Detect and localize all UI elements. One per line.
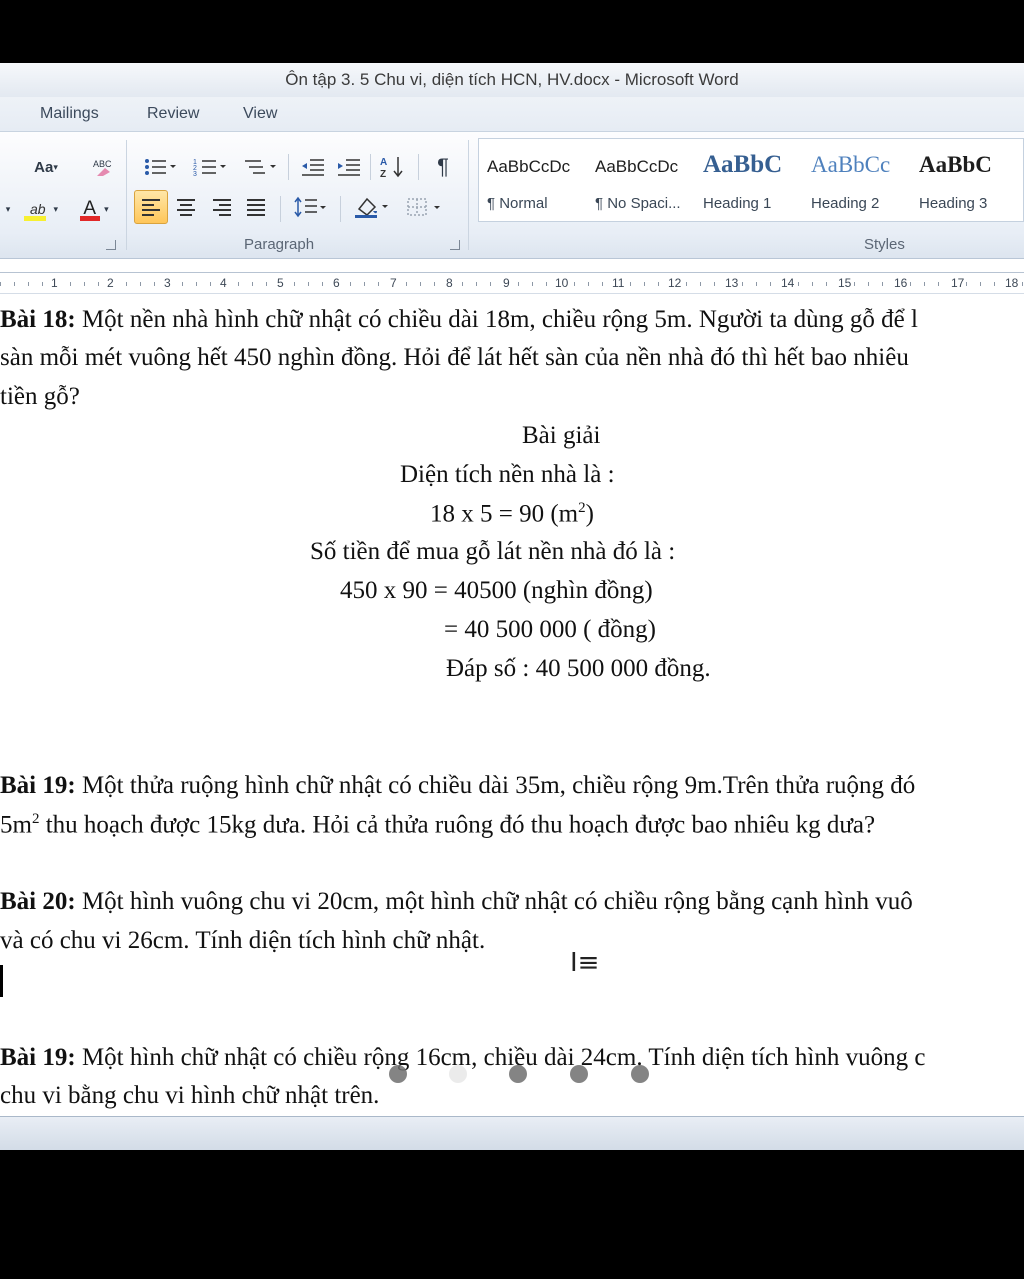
numbering-button[interactable]: 123 [188, 152, 232, 182]
font-color-swatch [80, 216, 100, 221]
separator [418, 154, 419, 180]
align-left-button[interactable] [134, 190, 168, 224]
ruler-number: 9 [502, 276, 511, 290]
dropdown-arrow-icon[interactable]: ▾ [0, 194, 16, 224]
borders-button[interactable] [400, 192, 446, 222]
exercise-20-line-2: và có chu vi 26cm. Tính diện tích hình c… [0, 927, 486, 954]
align-right-button[interactable] [206, 192, 238, 222]
solution-title: Bài giải [522, 422, 601, 449]
solution-line-2: 18 x 5 = 90 (m2) [430, 500, 594, 528]
show-formatting-button[interactable]: ¶ [426, 152, 460, 182]
loading-dot-icon [449, 1065, 467, 1083]
tab-view[interactable]: View [243, 105, 277, 123]
exercise-18-line-2: sàn mỗi mét vuông hết 450 nghìn đồng. Hỏ… [0, 344, 909, 371]
style-heading-3[interactable]: AaBbC Heading 3 [911, 139, 1019, 221]
solution-line-3: Số tiền để mua gỗ lát nền nhà đó là : [310, 538, 676, 565]
loading-dot-icon [509, 1065, 527, 1083]
tab-review[interactable]: Review [147, 105, 199, 123]
exercise-19b-line-2: chu vi bằng chu vi hình chữ nhật trên. [0, 1082, 380, 1109]
ruler-number: 6 [332, 276, 341, 290]
style-heading-1[interactable]: AaBbC Heading 1 [695, 139, 803, 221]
ruler-number: 10 [554, 276, 570, 290]
paragraph-group-label: Paragraph [244, 236, 315, 253]
clear-formatting-icon[interactable]: ABC [86, 152, 120, 182]
separator [340, 196, 341, 222]
horizontal-ruler[interactable]: 1 2 3 4 5 6 7 8 9 10 11 12 13 14 15 16 1… [0, 272, 1024, 295]
sort-button[interactable]: AZ [376, 152, 412, 182]
loading-dot-icon [570, 1065, 588, 1083]
ruler-number: 13 [724, 276, 740, 290]
font-color-button[interactable]: A ▾ [74, 194, 118, 224]
align-center-button[interactable] [170, 192, 202, 222]
group-separator [468, 140, 469, 250]
status-bar [0, 1116, 1024, 1150]
document-page[interactable]: Bài 18: Một nền nhà hình chữ nhật có chi… [0, 296, 1024, 1116]
styles-gallery: AaBbCcDc ¶ Normal AaBbCcDc ¶ No Spaci...… [478, 138, 1024, 222]
ruler-number: 4 [219, 276, 228, 290]
ruler-number: 7 [389, 276, 398, 290]
tab-mailings[interactable]: Mailings [40, 105, 99, 123]
ribbon: Aa ▾ ABC ▾ ab ▾ A ▾ 123 A Z ¶ Paragraph … [0, 131, 1024, 259]
justify-button[interactable] [240, 192, 272, 222]
change-case-button[interactable]: Aa ▾ [26, 152, 66, 182]
paragraph-dialog-launcher[interactable] [450, 240, 460, 250]
text-cursor [0, 965, 3, 997]
exercise-19-line-2: 5m2 thu hoạch được 15kg dưa. Hỏi cả thửa… [0, 811, 876, 839]
separator [280, 196, 281, 222]
separator [370, 154, 371, 180]
exercise-18-line-3: tiền gỗ? [0, 383, 80, 410]
style-heading-2[interactable]: AaBbCc Heading 2 [803, 139, 911, 221]
ruler-number: 5 [276, 276, 285, 290]
bullets-button[interactable] [138, 152, 182, 182]
multilevel-list-button[interactable] [238, 152, 282, 182]
svg-text:3: 3 [193, 171, 197, 177]
ruler-number: 2 [106, 276, 115, 290]
style-normal[interactable]: AaBbCcDc ¶ Normal [479, 139, 587, 221]
highlight-color-swatch [24, 216, 46, 221]
solution-line-5: = 40 500 000 ( đồng) [444, 616, 656, 643]
group-separator [126, 140, 127, 250]
styles-group-label: Styles [864, 236, 905, 253]
ruler-number: 8 [445, 276, 454, 290]
ruler-number: 3 [163, 276, 172, 290]
word-window: Ôn tập 3. 5 Chu vi, diện tích HCN, HV.do… [0, 63, 1024, 1150]
decrease-indent-button[interactable] [296, 152, 330, 182]
ruler-number: 12 [667, 276, 683, 290]
title-bar: Ôn tập 3. 5 Chu vi, diện tích HCN, HV.do… [0, 63, 1024, 97]
separator [288, 154, 289, 180]
ruler-number: 15 [837, 276, 853, 290]
solution-line-4: 450 x 90 = 40500 (nghìn đồng) [340, 577, 653, 604]
increase-indent-button[interactable] [332, 152, 366, 182]
solution-answer: Đáp số : 40 500 000 đồng. [446, 655, 711, 682]
exercise-20-line-1: Bài 20: Một hình vuông chu vi 20cm, một … [0, 888, 913, 915]
solution-line-1: Diện tích nền nhà là : [400, 461, 615, 488]
font-dialog-launcher[interactable] [106, 240, 116, 250]
line-spacing-button[interactable] [288, 192, 332, 222]
window-title: Ôn tập 3. 5 Chu vi, diện tích HCN, HV.do… [285, 70, 739, 89]
svg-text:Z: Z [380, 169, 386, 179]
svg-text:A: A [380, 157, 387, 168]
ribbon-tabs: Mailings Review View [0, 97, 1024, 131]
ruler-number: 14 [780, 276, 796, 290]
ruler-number: 11 [611, 276, 626, 290]
loading-dot-icon [631, 1065, 649, 1083]
loading-dot-icon [389, 1065, 407, 1083]
ruler-number: 18 [1004, 276, 1020, 290]
ibeam-pointer-icon: I≡ [570, 948, 600, 978]
ruler-number: 1 [50, 276, 59, 290]
style-no-spacing[interactable]: AaBbCcDc ¶ No Spaci... [587, 139, 695, 221]
exercise-18-line-1: Bài 18: Một nền nhà hình chữ nhật có chi… [0, 306, 918, 333]
ruler-number: 16 [893, 276, 909, 290]
text-highlight-button[interactable]: ab ▾ [20, 194, 68, 224]
ruler-number: 17 [950, 276, 966, 290]
shading-button[interactable] [348, 192, 394, 222]
svg-text:ABC: ABC [93, 159, 112, 169]
ruler-ticks [0, 273, 1024, 295]
exercise-19-line-1: Bài 19: Một thửa ruộng hình chữ nhật có … [0, 772, 916, 799]
